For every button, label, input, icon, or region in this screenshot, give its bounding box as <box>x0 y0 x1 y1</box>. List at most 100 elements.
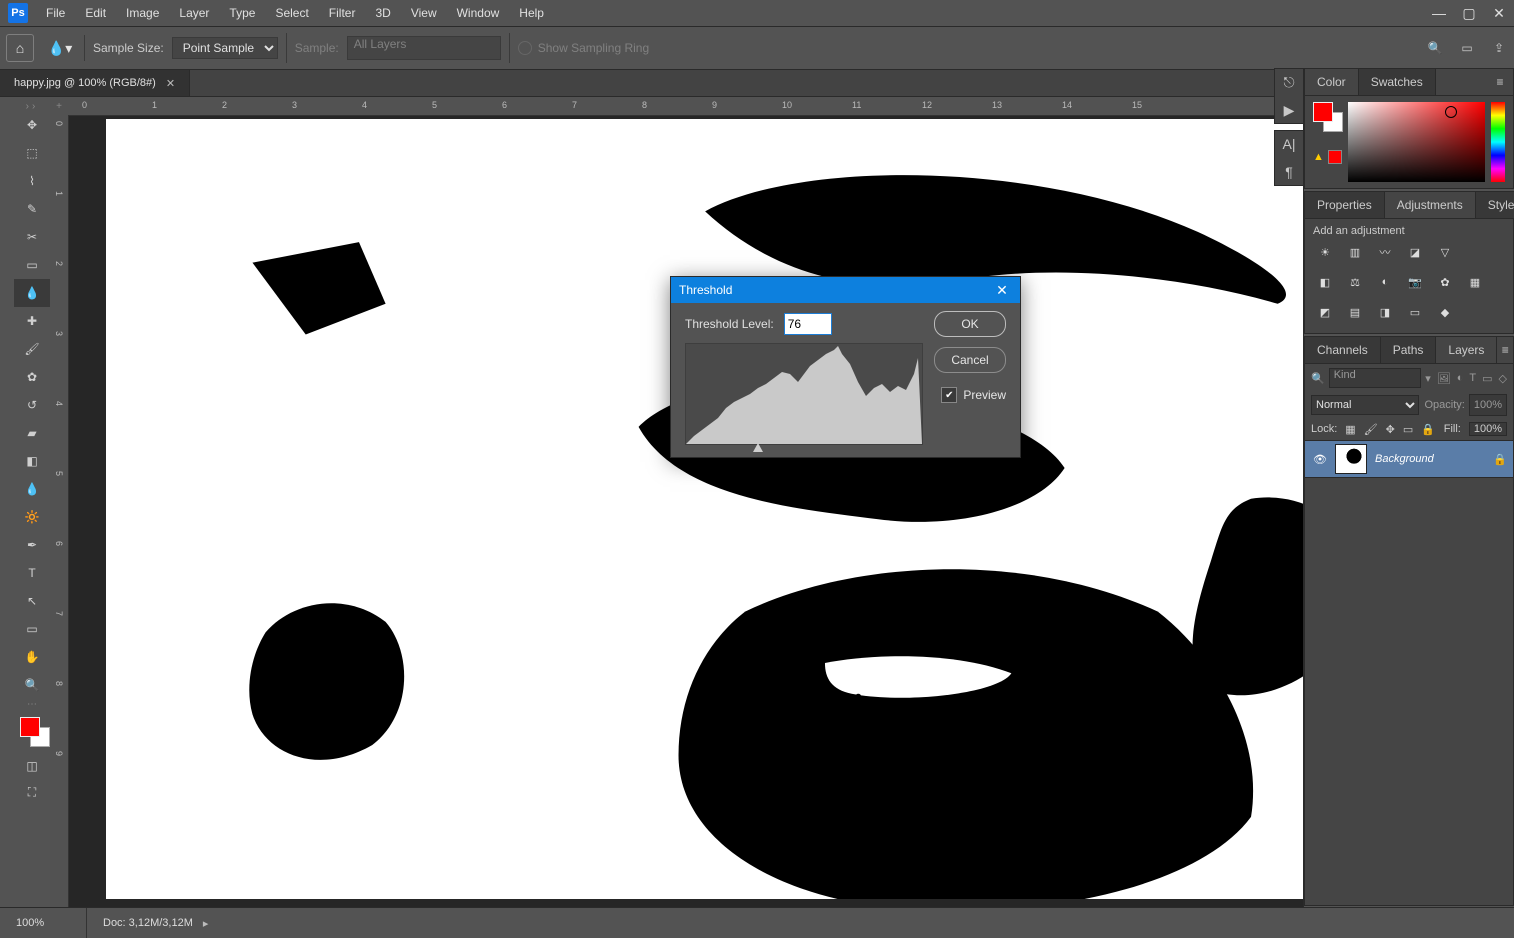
menu-edit[interactable]: Edit <box>75 0 116 26</box>
quick-select-tool[interactable]: ✎ <box>14 195 50 223</box>
tab-channels[interactable]: Channels <box>1305 337 1381 363</box>
toolbar-grip-icon[interactable]: ›› <box>14 101 50 111</box>
menu-3d[interactable]: 3D <box>365 0 400 26</box>
closest-color-swatch[interactable] <box>1328 150 1342 164</box>
panel-menu-icon[interactable]: ≡ <box>1497 337 1513 363</box>
adjust-curves-icon[interactable]: 〰 <box>1375 243 1395 261</box>
character-panel-icon[interactable]: A| <box>1283 137 1296 151</box>
ruler-origin[interactable]: + <box>50 97 69 116</box>
threshold-slider-handle[interactable] <box>753 443 763 452</box>
lock-position-icon[interactable]: ✥ <box>1386 423 1395 436</box>
adjust-selective-color-icon[interactable]: ◆ <box>1435 303 1455 321</box>
preview-checkbox[interactable]: ✔ Preview <box>941 387 1006 403</box>
gradient-tool[interactable]: ◧ <box>14 447 50 475</box>
foreground-color-swatch[interactable] <box>20 717 40 737</box>
filter-adjustment-icon[interactable]: ◐ <box>1457 372 1464 384</box>
menu-help[interactable]: Help <box>509 0 554 26</box>
ok-button[interactable]: OK <box>934 311 1006 337</box>
lasso-tool[interactable]: ⌇ <box>14 167 50 195</box>
adjust-bw-icon[interactable]: ◐ <box>1375 273 1395 291</box>
panel-fgbg-colors[interactable] <box>1313 102 1341 138</box>
zoom-field[interactable]: 100% <box>0 908 87 938</box>
workspace-switcher-button[interactable]: ▭ <box>1458 39 1476 57</box>
menu-type[interactable]: Type <box>219 0 265 26</box>
sample-layers-select[interactable]: All Layers <box>347 36 501 60</box>
status-menu-icon[interactable]: ▸ <box>203 917 209 930</box>
canvas-area[interactable]: + 0 1 2 3 4 5 6 7 8 9 10 11 12 13 14 15 … <box>50 97 1514 909</box>
menu-select[interactable]: Select <box>265 0 318 26</box>
lock-pixels-icon[interactable]: 🖌 <box>1364 423 1378 436</box>
lock-all-icon[interactable]: 🔒 <box>1421 423 1435 436</box>
zoom-tool[interactable]: 🔍 <box>14 671 50 699</box>
lock-artboard-icon[interactable]: ▭ <box>1403 423 1413 436</box>
hand-tool[interactable]: ✋ <box>14 643 50 671</box>
filter-type-icon[interactable]: T <box>1469 372 1476 384</box>
tab-properties[interactable]: Properties <box>1305 192 1385 218</box>
adjust-channel-mixer-icon[interactable]: ✿ <box>1435 273 1455 291</box>
dialog-title-bar[interactable]: Threshold ✕ <box>671 277 1020 303</box>
filter-shape-icon[interactable]: ▭ <box>1482 372 1492 385</box>
menu-window[interactable]: Window <box>447 0 510 26</box>
menu-image[interactable]: Image <box>116 0 169 26</box>
menu-filter[interactable]: Filter <box>319 0 366 26</box>
crop-tool[interactable]: ✂ <box>14 223 50 251</box>
adjust-exposure-icon[interactable]: ◪ <box>1405 243 1425 261</box>
search-icon[interactable]: 🔍 <box>1426 39 1444 57</box>
adjust-levels-icon[interactable]: ▥ <box>1345 243 1365 261</box>
filter-image-icon[interactable]: 🖼 <box>1437 372 1451 385</box>
eyedropper-tool[interactable]: 💧 <box>14 279 50 307</box>
lock-transparency-icon[interactable]: ▦ <box>1345 423 1355 436</box>
menu-view[interactable]: View <box>401 0 447 26</box>
tab-color[interactable]: Color <box>1305 69 1359 95</box>
menu-file[interactable]: File <box>36 0 75 26</box>
adjust-color-balance-icon[interactable]: ⚖ <box>1345 273 1365 291</box>
window-minimize-button[interactable]: — <box>1424 0 1454 26</box>
quickmask-button[interactable]: ◫ <box>14 753 50 779</box>
adjust-gradient-map-icon[interactable]: ▭ <box>1405 303 1425 321</box>
threshold-level-input[interactable] <box>784 313 832 335</box>
blend-mode-select[interactable]: Normal <box>1311 395 1419 415</box>
pen-tool[interactable]: ✒ <box>14 531 50 559</box>
opacity-value[interactable]: 100% <box>1469 394 1507 416</box>
tab-swatches[interactable]: Swatches <box>1359 69 1436 95</box>
history-brush-tool[interactable]: ↺ <box>14 391 50 419</box>
screenmode-button[interactable]: ⛶ <box>14 779 50 805</box>
layer-list[interactable]: 👁 Background 🔒 <box>1305 441 1513 905</box>
threshold-slider[interactable] <box>685 443 921 455</box>
adjust-invert-icon[interactable]: ◩ <box>1315 303 1335 321</box>
layer-thumbnail[interactable] <box>1335 444 1367 474</box>
menu-layer[interactable]: Layer <box>169 0 219 26</box>
fill-value[interactable]: 100% <box>1469 422 1507 436</box>
rectangle-tool[interactable]: ▭ <box>14 615 50 643</box>
dialog-close-button[interactable]: ✕ <box>992 283 1012 297</box>
eraser-tool[interactable]: ▰ <box>14 419 50 447</box>
gamut-warning-icon[interactable]: ▲ <box>1313 151 1324 163</box>
frame-tool[interactable]: ▭ <box>14 251 50 279</box>
clone-stamp-tool[interactable]: ✿ <box>14 363 50 391</box>
adjust-brightness-icon[interactable]: ☀ <box>1315 243 1335 261</box>
type-tool[interactable]: T <box>14 559 50 587</box>
close-tab-button[interactable]: ✕ <box>166 77 175 90</box>
document-info[interactable]: Doc: 3,12M/3,12M <box>87 917 193 929</box>
history-panel-icon[interactable]: ⎋ <box>1283 75 1294 89</box>
window-close-button[interactable]: ✕ <box>1484 0 1514 26</box>
layer-name[interactable]: Background <box>1375 453 1487 465</box>
adjust-hue-icon[interactable]: ◧ <box>1315 273 1335 291</box>
cancel-button[interactable]: Cancel <box>934 347 1006 373</box>
marquee-tool[interactable]: ⬚ <box>14 139 50 167</box>
color-field[interactable] <box>1348 102 1485 182</box>
healing-brush-tool[interactable]: ✚ <box>14 307 50 335</box>
blur-tool[interactable]: 💧 <box>14 475 50 503</box>
edit-toolbar-button[interactable]: ⋯ <box>14 699 50 709</box>
layer-row-background[interactable]: 👁 Background 🔒 <box>1305 441 1513 478</box>
actions-panel-icon[interactable]: ▶ <box>1284 103 1295 117</box>
hue-slider[interactable] <box>1491 102 1505 182</box>
path-select-tool[interactable]: ↖ <box>14 587 50 615</box>
tab-layers[interactable]: Layers <box>1436 337 1497 363</box>
layer-visibility-icon[interactable]: 👁 <box>1305 453 1335 466</box>
dodge-tool[interactable]: 🔆 <box>14 503 50 531</box>
paragraph-panel-icon[interactable]: ¶ <box>1285 165 1293 179</box>
filter-smart-icon[interactable]: ◇ <box>1499 372 1507 385</box>
brush-tool[interactable]: 🖌 <box>14 335 50 363</box>
current-tool-indicator[interactable]: 💧▾ <box>42 35 85 61</box>
